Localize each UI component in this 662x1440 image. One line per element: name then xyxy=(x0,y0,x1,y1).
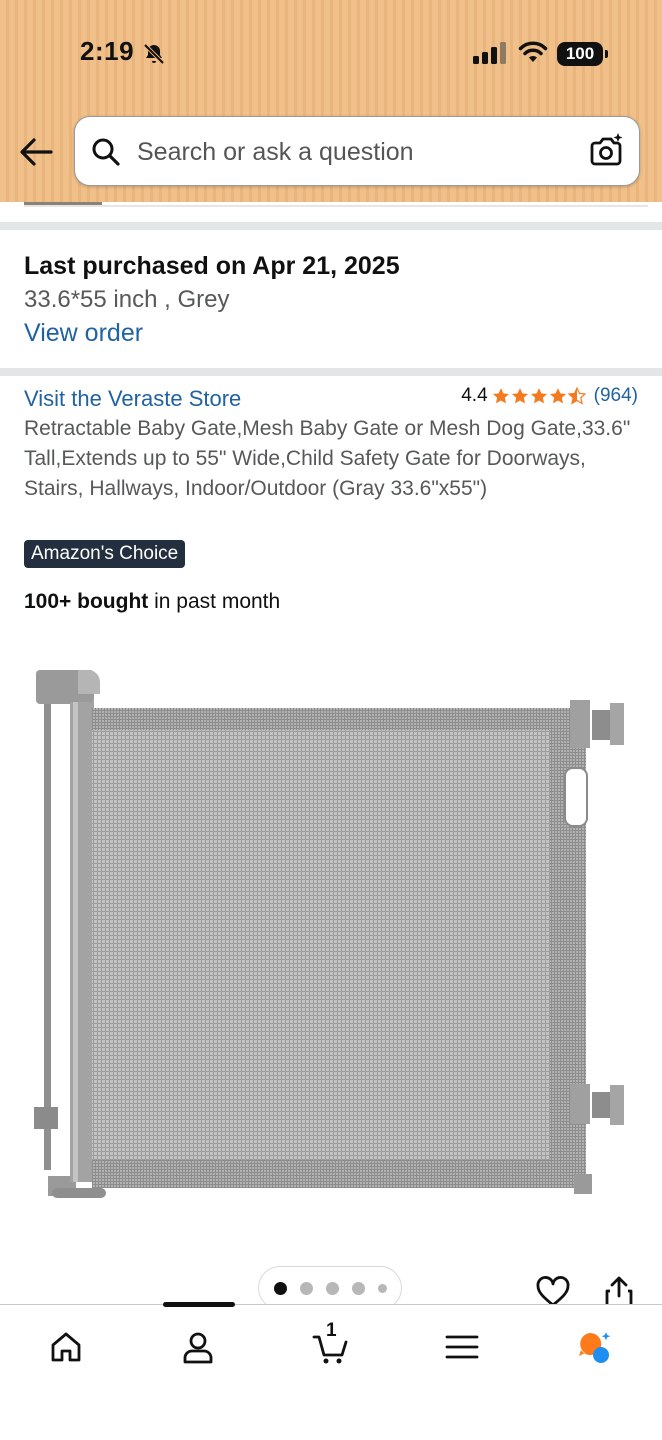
search-bar[interactable]: Search or ask a question xyxy=(74,116,640,186)
carousel-dot[interactable] xyxy=(351,1281,365,1295)
rating-count[interactable]: (964) xyxy=(594,385,638,407)
previous-item-divider xyxy=(24,205,648,207)
star-rating xyxy=(492,387,586,405)
battery-icon: 100 xyxy=(557,42,608,66)
star-icon xyxy=(549,388,566,404)
purchased-variant: 33.6*55 inch , Grey xyxy=(24,286,230,313)
bell-muted-icon xyxy=(143,43,165,65)
nav-menu[interactable] xyxy=(436,1325,488,1369)
status-time: 2:19 xyxy=(80,36,135,66)
view-order-link[interactable]: View order xyxy=(24,319,143,348)
back-arrow-icon[interactable] xyxy=(18,136,54,168)
header: 2:19 100 Search or ask a question xyxy=(0,0,662,202)
cellular-signal-icon xyxy=(473,42,506,64)
last-purchased-heading: Last purchased on Apr 21, 2025 xyxy=(24,252,400,280)
star-icon xyxy=(530,388,547,404)
rufus-icon xyxy=(579,1332,611,1363)
menu-icon xyxy=(445,1335,479,1359)
nav-account[interactable] xyxy=(172,1325,224,1369)
bought-in-past-month: 100+ bought in past month xyxy=(24,590,280,614)
star-icon xyxy=(511,388,528,404)
star-half-icon xyxy=(567,387,586,405)
star-icon xyxy=(492,388,509,404)
amazons-choice-badge: Amazon's Choice xyxy=(24,540,186,568)
wifi-icon xyxy=(518,41,548,62)
product-title: Retractable Baby Gate,Mesh Baby Gate or … xyxy=(24,417,631,500)
home-icon xyxy=(51,1332,81,1362)
account-icon xyxy=(183,1332,213,1364)
battery-level: 100 xyxy=(565,44,595,63)
search-icon xyxy=(92,138,120,166)
store-link[interactable]: Visit the Veraste Store xyxy=(24,386,241,412)
carousel-dot-active[interactable] xyxy=(273,1281,287,1295)
bought-count: 100+ bought xyxy=(24,590,149,613)
cart-count: 1 xyxy=(326,1320,337,1341)
product-image[interactable] xyxy=(30,660,635,1205)
nav-home[interactable] xyxy=(40,1325,92,1369)
rating-value: 4.4 xyxy=(461,385,488,406)
nav-rufus[interactable] xyxy=(568,1325,620,1369)
rating-summary[interactable]: 4.4 (964) xyxy=(461,385,638,407)
section-separator xyxy=(0,368,662,376)
active-tab-indicator xyxy=(163,1302,235,1307)
camera-lens-icon[interactable] xyxy=(587,131,625,169)
section-separator xyxy=(0,222,662,230)
search-input[interactable]: Search or ask a question xyxy=(137,138,414,167)
carousel-dot[interactable] xyxy=(299,1281,313,1295)
carousel-dot[interactable] xyxy=(325,1281,339,1295)
carousel-dot[interactable] xyxy=(377,1283,387,1293)
bought-suffix: in past month xyxy=(148,590,281,613)
